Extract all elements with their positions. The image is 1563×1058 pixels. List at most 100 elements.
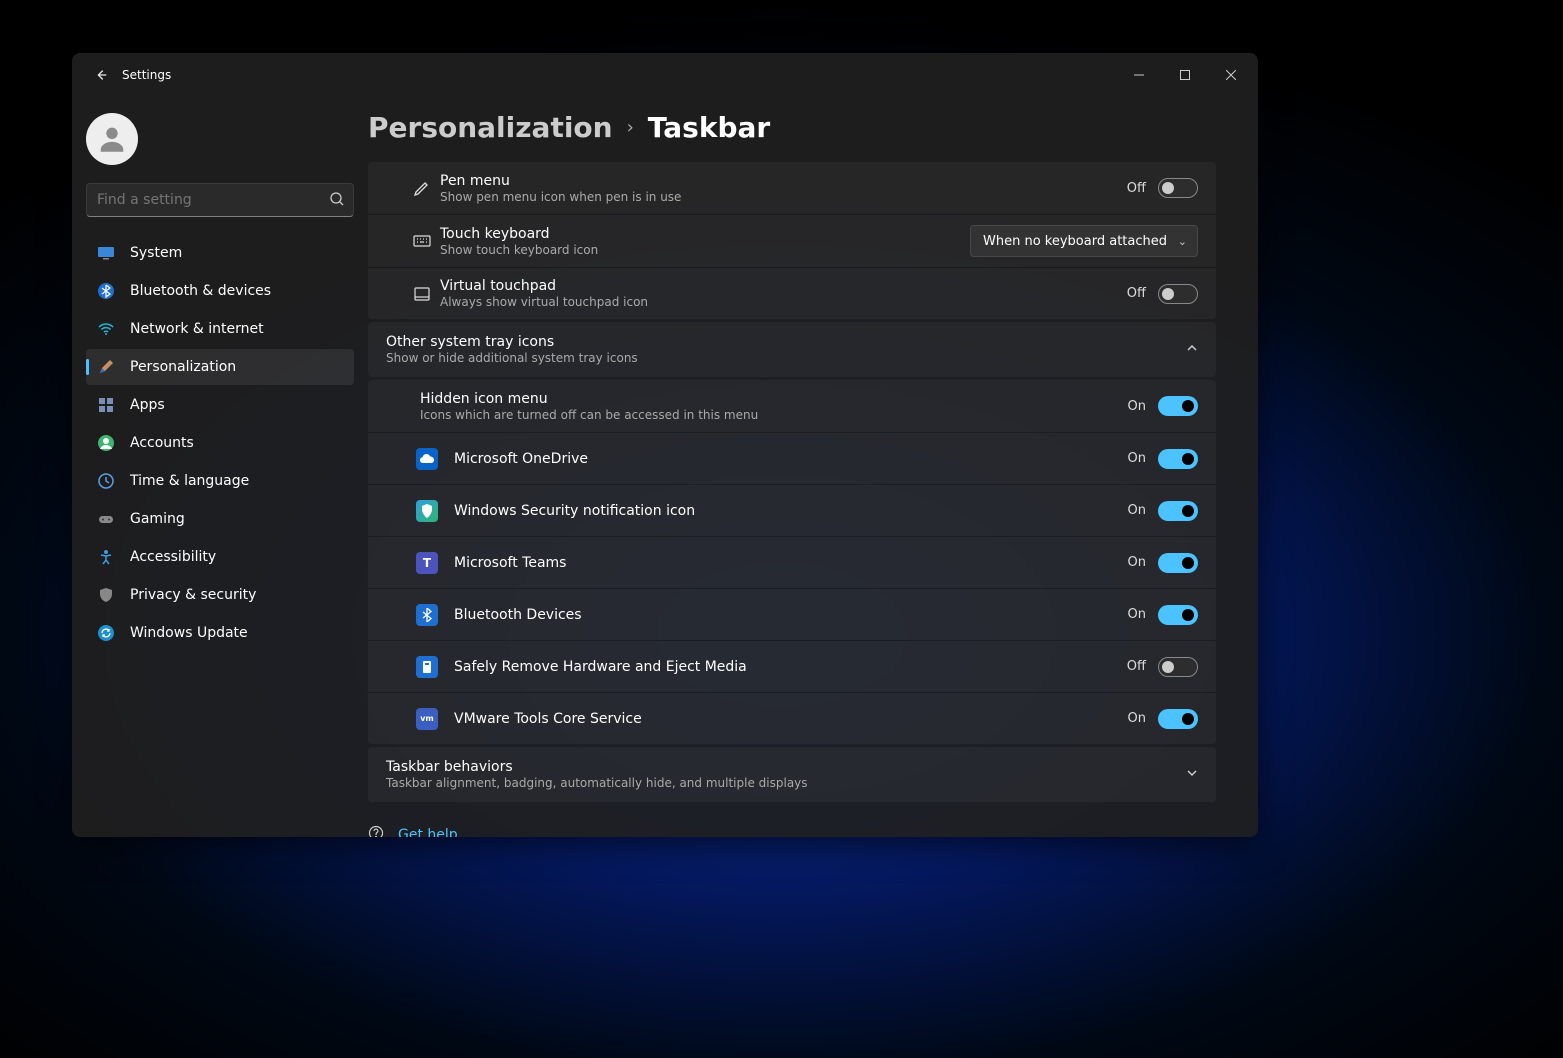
- row-touch-keyboard: Touch keyboardShow touch keyboard icon W…: [368, 214, 1216, 267]
- nav-label: System: [130, 245, 182, 261]
- teams-toggle[interactable]: [1158, 553, 1198, 573]
- row-title: Microsoft OneDrive: [454, 451, 1128, 467]
- link-label: Get help: [398, 827, 458, 837]
- virtual-touchpad-toggle[interactable]: [1158, 284, 1198, 304]
- row-pen-menu: Pen menuShow pen menu icon when pen is i…: [368, 162, 1216, 214]
- security-icon: [416, 500, 438, 522]
- hidden-icon-menu-toggle[interactable]: [1158, 396, 1198, 416]
- eject-toggle[interactable]: [1158, 657, 1198, 677]
- breadcrumb-parent[interactable]: Personalization: [368, 111, 613, 144]
- toggle-state: On: [1128, 503, 1146, 518]
- nav-system[interactable]: System: [86, 235, 354, 271]
- row-title: Windows Security notification icon: [454, 503, 1128, 519]
- row-vmware: vm VMware Tools Core Service On: [368, 692, 1216, 744]
- nav-label: Privacy & security: [130, 587, 256, 603]
- main-content: Personalization › Taskbar Pen menuShow p…: [368, 97, 1258, 837]
- dropdown-value: When no keyboard attached: [983, 234, 1167, 249]
- arrow-left-icon: [94, 68, 108, 82]
- apps-icon: [96, 395, 116, 415]
- close-button[interactable]: [1208, 60, 1254, 90]
- chevron-up-icon: [1186, 342, 1198, 357]
- settings-window: Settings System Bluetooth & devices Netw…: [72, 53, 1258, 837]
- nav-apps[interactable]: Apps: [86, 387, 354, 423]
- eject-icon: [416, 656, 438, 678]
- nav-accessibility[interactable]: Accessibility: [86, 539, 354, 575]
- paintbrush-icon: [96, 357, 116, 377]
- other-tray-icons-header[interactable]: Other system tray iconsShow or hide addi…: [368, 322, 1216, 377]
- nav-windows-update[interactable]: Windows Update: [86, 615, 354, 651]
- row-teams: T Microsoft Teams On: [368, 536, 1216, 588]
- row-title: Safely Remove Hardware and Eject Media: [454, 659, 1127, 675]
- update-icon: [96, 623, 116, 643]
- pen-icon: [404, 178, 440, 198]
- nav-label: Network & internet: [130, 321, 264, 337]
- row-title: Virtual touchpad: [440, 278, 1127, 294]
- nav-label: Bluetooth & devices: [130, 283, 271, 299]
- toggle-state: On: [1128, 607, 1146, 622]
- titlebar: Settings: [72, 53, 1258, 97]
- person-icon: [95, 122, 129, 156]
- row-title: Bluetooth Devices: [454, 607, 1128, 623]
- nav-accounts[interactable]: Accounts: [86, 425, 354, 461]
- minimize-button[interactable]: [1116, 60, 1162, 90]
- vmware-toggle[interactable]: [1158, 709, 1198, 729]
- nav-label: Windows Update: [130, 625, 248, 641]
- nav-label: Apps: [130, 397, 165, 413]
- onedrive-toggle[interactable]: [1158, 449, 1198, 469]
- nav-time-language[interactable]: Time & language: [86, 463, 354, 499]
- row-onedrive: Microsoft OneDrive On: [368, 432, 1216, 484]
- row-title: VMware Tools Core Service: [454, 711, 1128, 727]
- user-avatar[interactable]: [86, 113, 138, 165]
- taskbar-behaviors-header[interactable]: Taskbar behaviorsTaskbar alignment, badg…: [368, 747, 1216, 802]
- sidebar: System Bluetooth & devices Network & int…: [72, 97, 368, 837]
- pen-menu-toggle[interactable]: [1158, 178, 1198, 198]
- bluetooth-toggle[interactable]: [1158, 605, 1198, 625]
- gamepad-icon: [96, 509, 116, 529]
- row-sub: Show touch keyboard icon: [440, 243, 970, 257]
- chevron-down-icon: [1186, 767, 1198, 782]
- nav-label: Accounts: [130, 435, 194, 451]
- nav-label: Accessibility: [130, 549, 216, 565]
- chevron-down-icon: ⌄: [1178, 235, 1187, 248]
- back-button[interactable]: [86, 60, 116, 90]
- get-help-link[interactable]: Get help: [368, 825, 1216, 837]
- nav-label: Time & language: [130, 473, 249, 489]
- teams-icon: T: [416, 552, 438, 574]
- row-sub: Icons which are turned off can be access…: [420, 408, 1128, 422]
- toggle-state: On: [1128, 711, 1146, 726]
- row-sub: Always show virtual touchpad icon: [440, 295, 1127, 309]
- toggle-state: Off: [1127, 286, 1146, 301]
- chevron-right-icon: ›: [627, 117, 634, 138]
- touchpad-icon: [404, 284, 440, 304]
- breadcrumb-current: Taskbar: [648, 111, 770, 144]
- toggle-state: Off: [1127, 659, 1146, 674]
- touch-keyboard-dropdown[interactable]: When no keyboard attached ⌄: [970, 225, 1198, 257]
- nav-gaming[interactable]: Gaming: [86, 501, 354, 537]
- toggle-state: On: [1128, 399, 1146, 414]
- toggle-state: On: [1128, 555, 1146, 570]
- toggle-state: Off: [1127, 181, 1146, 196]
- onedrive-icon: [416, 448, 438, 470]
- search-icon: [329, 191, 345, 211]
- row-title: Microsoft Teams: [454, 555, 1128, 571]
- section-sub: Taskbar alignment, badging, automaticall…: [386, 776, 1186, 790]
- row-title: Hidden icon menu: [420, 391, 1128, 407]
- nav-personalization[interactable]: Personalization: [86, 349, 354, 385]
- window-title: Settings: [122, 68, 171, 82]
- security-toggle[interactable]: [1158, 501, 1198, 521]
- row-safely-remove: Safely Remove Hardware and Eject Media O…: [368, 640, 1216, 692]
- nav-privacy[interactable]: Privacy & security: [86, 577, 354, 613]
- row-security: Windows Security notification icon On: [368, 484, 1216, 536]
- toggle-state: On: [1128, 451, 1146, 466]
- nav-bluetooth[interactable]: Bluetooth & devices: [86, 273, 354, 309]
- help-icon: [368, 825, 384, 837]
- search-input[interactable]: [87, 184, 353, 216]
- section-sub: Show or hide additional system tray icon…: [386, 351, 1186, 365]
- search-box[interactable]: [86, 183, 354, 217]
- nav-label: Personalization: [130, 359, 236, 375]
- nav-label: Gaming: [130, 511, 185, 527]
- maximize-button[interactable]: [1162, 60, 1208, 90]
- account-icon: [96, 433, 116, 453]
- vmware-icon: vm: [416, 708, 438, 730]
- nav-network[interactable]: Network & internet: [86, 311, 354, 347]
